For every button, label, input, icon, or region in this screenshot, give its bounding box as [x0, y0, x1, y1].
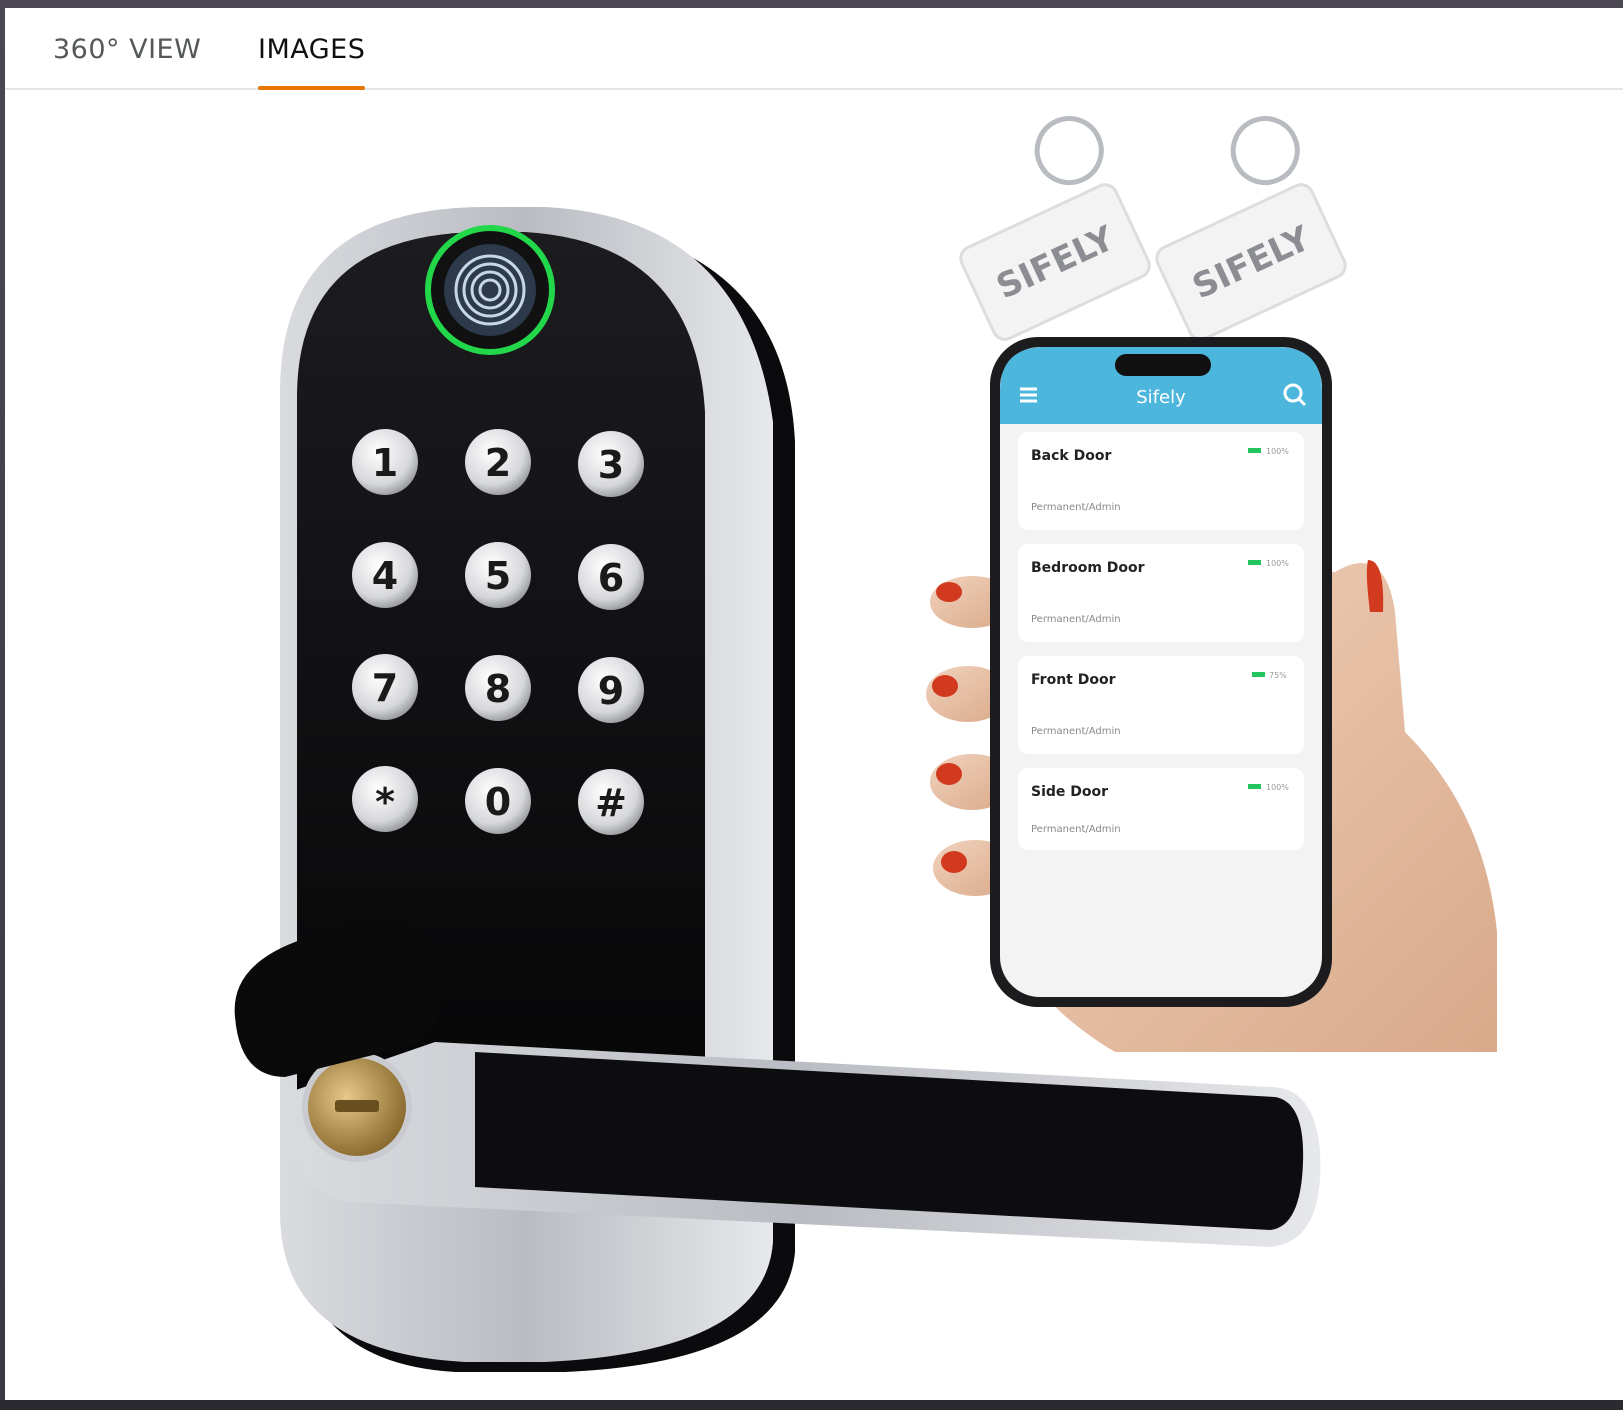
- key-6: 6: [598, 556, 624, 600]
- lock-role: Permanent/Admin: [1031, 824, 1121, 835]
- key-7: 7: [372, 666, 398, 710]
- lock-role: Permanent/Admin: [1031, 726, 1121, 737]
- battery-icon: [1248, 560, 1261, 565]
- battery-level: 100%: [1266, 783, 1289, 792]
- tab-images[interactable]: IMAGES: [258, 34, 366, 90]
- lock-name: Bedroom Door: [1031, 560, 1145, 576]
- lock-role: Permanent/Admin: [1031, 614, 1121, 625]
- lock-name: Side Door: [1031, 784, 1108, 800]
- lock-role: Permanent/Admin: [1031, 502, 1121, 513]
- key-fobs: SIFELY SIFELY: [959, 116, 1347, 341]
- key-star: *: [375, 780, 395, 824]
- lock-card[interactable]: Side Door Permanent/Admin 100%: [1018, 768, 1304, 850]
- bottom-edge: [0, 1400, 1623, 1410]
- battery-icon: [1248, 448, 1261, 453]
- key-8: 8: [485, 667, 511, 711]
- battery-icon: [1252, 672, 1265, 677]
- key-3: 3: [598, 443, 624, 487]
- app-title: Sifely: [1136, 387, 1186, 408]
- lock-card[interactable]: Bedroom Door Permanent/Admin 100%: [1018, 544, 1304, 642]
- battery-level: 75%: [1269, 671, 1287, 680]
- battery-level: 100%: [1266, 559, 1289, 568]
- tab-360-view[interactable]: 360° VIEW: [53, 34, 201, 90]
- key-1: 1: [372, 441, 398, 485]
- key-4: 4: [372, 554, 398, 598]
- smartphone: Sifely Back Door Permanent/Admin 100% Be…: [990, 337, 1332, 1007]
- key-9: 9: [598, 669, 624, 713]
- media-tabbar: 360° VIEW IMAGES: [5, 8, 1623, 90]
- key-2: 2: [485, 441, 511, 485]
- lock-card[interactable]: Back Door Permanent/Admin 100%: [1018, 432, 1304, 530]
- lock-name: Front Door: [1031, 672, 1116, 688]
- lock-card[interactable]: Front Door Permanent/Admin 75%: [1018, 656, 1304, 754]
- key-0: 0: [485, 780, 511, 824]
- battery-icon: [1248, 784, 1261, 789]
- product-image[interactable]: 1 2 3 4 5 6 7 8 9 * 0 # SIFELY SIFELY Si…: [5, 92, 1623, 1400]
- battery-level: 100%: [1266, 447, 1289, 456]
- key-hash: #: [595, 781, 627, 825]
- key-5: 5: [485, 554, 511, 598]
- product-media-viewer: 360° VIEW IMAGES 1 2 3 4 5 6 7 8 9 * 0 #…: [5, 8, 1623, 1400]
- lock-name: Back Door: [1031, 448, 1111, 464]
